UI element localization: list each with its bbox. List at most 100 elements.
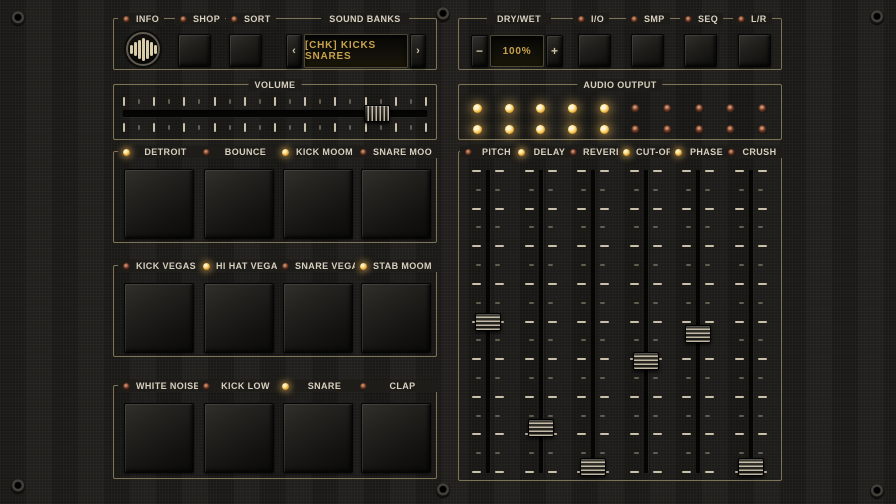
pad-legend: DETROIT: [118, 146, 200, 158]
slider-track[interactable]: [749, 170, 753, 473]
app-logo-button[interactable]: [126, 32, 160, 66]
tick-mark: [548, 189, 553, 191]
tick-mark: [380, 125, 382, 130]
drum-pad-hi-hat-vega[interactable]: [204, 283, 274, 353]
tick-mark: [274, 123, 276, 132]
tick-mark: [705, 358, 714, 360]
lr-label: L/R: [751, 15, 767, 24]
drum-pad-white-noise[interactable]: [124, 403, 194, 473]
sort-button[interactable]: [229, 34, 262, 67]
audio-output-led: [758, 125, 767, 134]
io-legend: I/O: [573, 13, 609, 25]
slider-handle[interactable]: [475, 313, 501, 331]
tick-mark: [472, 283, 481, 285]
tick-mark: [686, 226, 691, 228]
chevron-right-icon[interactable]: ›: [410, 34, 426, 68]
tick-mark: [229, 125, 231, 130]
tick-mark: [600, 245, 609, 247]
plus-icon[interactable]: +: [546, 35, 563, 67]
tick-mark: [529, 415, 534, 417]
audio-output-led: [695, 125, 704, 134]
io-button[interactable]: [578, 34, 611, 67]
slider-track[interactable]: [591, 170, 595, 473]
pad-led: [282, 149, 289, 156]
drum-machine-ui: { "colors": { "bg": "#1d1c19", "panel_bo…: [0, 0, 896, 504]
minus-icon[interactable]: −: [471, 35, 488, 67]
pad-legend: BOUNCE: [198, 146, 280, 158]
slider-legend: CUT-OFF: [618, 146, 678, 158]
pad-row-1-panel: DETROITBOUNCEKICK MOOMSNARE MOO: [113, 151, 437, 243]
slider-handle[interactable]: [738, 458, 764, 476]
pad-led: [360, 149, 367, 156]
tick-mark: [577, 208, 586, 210]
tick-mark: [472, 471, 481, 473]
tick-mark: [525, 396, 534, 398]
tick-mark: [739, 339, 744, 341]
tick-mark: [653, 321, 662, 323]
audio-led-row: [473, 104, 767, 113]
slider-handle[interactable]: [580, 458, 606, 476]
drum-pad-snare[interactable]: [283, 403, 353, 473]
tick-mark: [123, 123, 125, 132]
pad-legend: SNARE VEGA: [277, 260, 359, 272]
tick-mark: [548, 170, 557, 172]
pad-row-3-panel: WHITE NOISEKICK LOWSNARECLAP: [113, 385, 437, 479]
tick-mark: [653, 452, 658, 454]
tick-mark: [653, 302, 658, 304]
tick-mark: [319, 125, 321, 130]
audio-output-led: [600, 104, 609, 113]
slider-track[interactable]: [644, 170, 648, 473]
tick-mark: [653, 189, 658, 191]
pad-led: [203, 149, 210, 156]
tick-mark: [548, 415, 553, 417]
tick-mark: [705, 433, 714, 435]
volume-handle[interactable]: [364, 105, 390, 122]
drum-pad-bounce[interactable]: [204, 169, 274, 239]
tick-mark: [682, 433, 691, 435]
tick-mark: [365, 123, 367, 132]
pad-legend: KICK VEGAS: [118, 260, 200, 272]
drum-pad-kick-low[interactable]: [204, 403, 274, 473]
slider-handle[interactable]: [528, 419, 554, 437]
drum-pad-stab-moom[interactable]: [361, 283, 431, 353]
tick-mark: [289, 125, 291, 130]
tick-mark: [758, 377, 763, 379]
tick-mark: [138, 99, 140, 104]
drum-pad-detroit[interactable]: [124, 169, 194, 239]
drum-pad-kick-vegas[interactable]: [124, 283, 194, 353]
tick-mark: [380, 99, 382, 104]
slider-track[interactable]: [696, 170, 700, 473]
pad-legend: KICK LOW: [198, 380, 280, 392]
tick-mark: [634, 302, 639, 304]
tick-mark: [600, 302, 605, 304]
tick-mark: [600, 226, 605, 228]
tick-mark: [600, 396, 609, 398]
chevron-left-icon[interactable]: ‹: [286, 34, 302, 68]
tick-mark: [123, 97, 125, 106]
tick-mark: [600, 452, 605, 454]
drum-pad-snare-vega[interactable]: [283, 283, 353, 353]
tick-mark: [525, 208, 534, 210]
slider-handle[interactable]: [633, 352, 659, 370]
slider-label: PHASE: [688, 148, 725, 157]
seq-button[interactable]: [684, 34, 717, 67]
shop-button[interactable]: [178, 34, 211, 67]
slider-ticks: [600, 170, 610, 473]
tick-mark: [472, 245, 481, 247]
volume-title: VOLUME: [249, 79, 302, 91]
tick-mark: [525, 245, 534, 247]
lr-button[interactable]: [738, 34, 771, 67]
smp-button[interactable]: [631, 34, 664, 67]
slider-handle[interactable]: [685, 325, 711, 343]
drum-pad-clap[interactable]: [361, 403, 431, 473]
drum-pad-snare-moo[interactable]: [361, 169, 431, 239]
tick-mark: [653, 208, 662, 210]
pad-label: KICK VEGAS: [136, 262, 196, 271]
audio-output-led: [726, 104, 735, 113]
tick-mark: [705, 245, 714, 247]
audio-output-led: [473, 125, 482, 134]
tick-mark: [577, 245, 586, 247]
drum-pad-kick-moom[interactable]: [283, 169, 353, 239]
tick-mark: [153, 97, 155, 106]
tick-mark: [758, 245, 767, 247]
